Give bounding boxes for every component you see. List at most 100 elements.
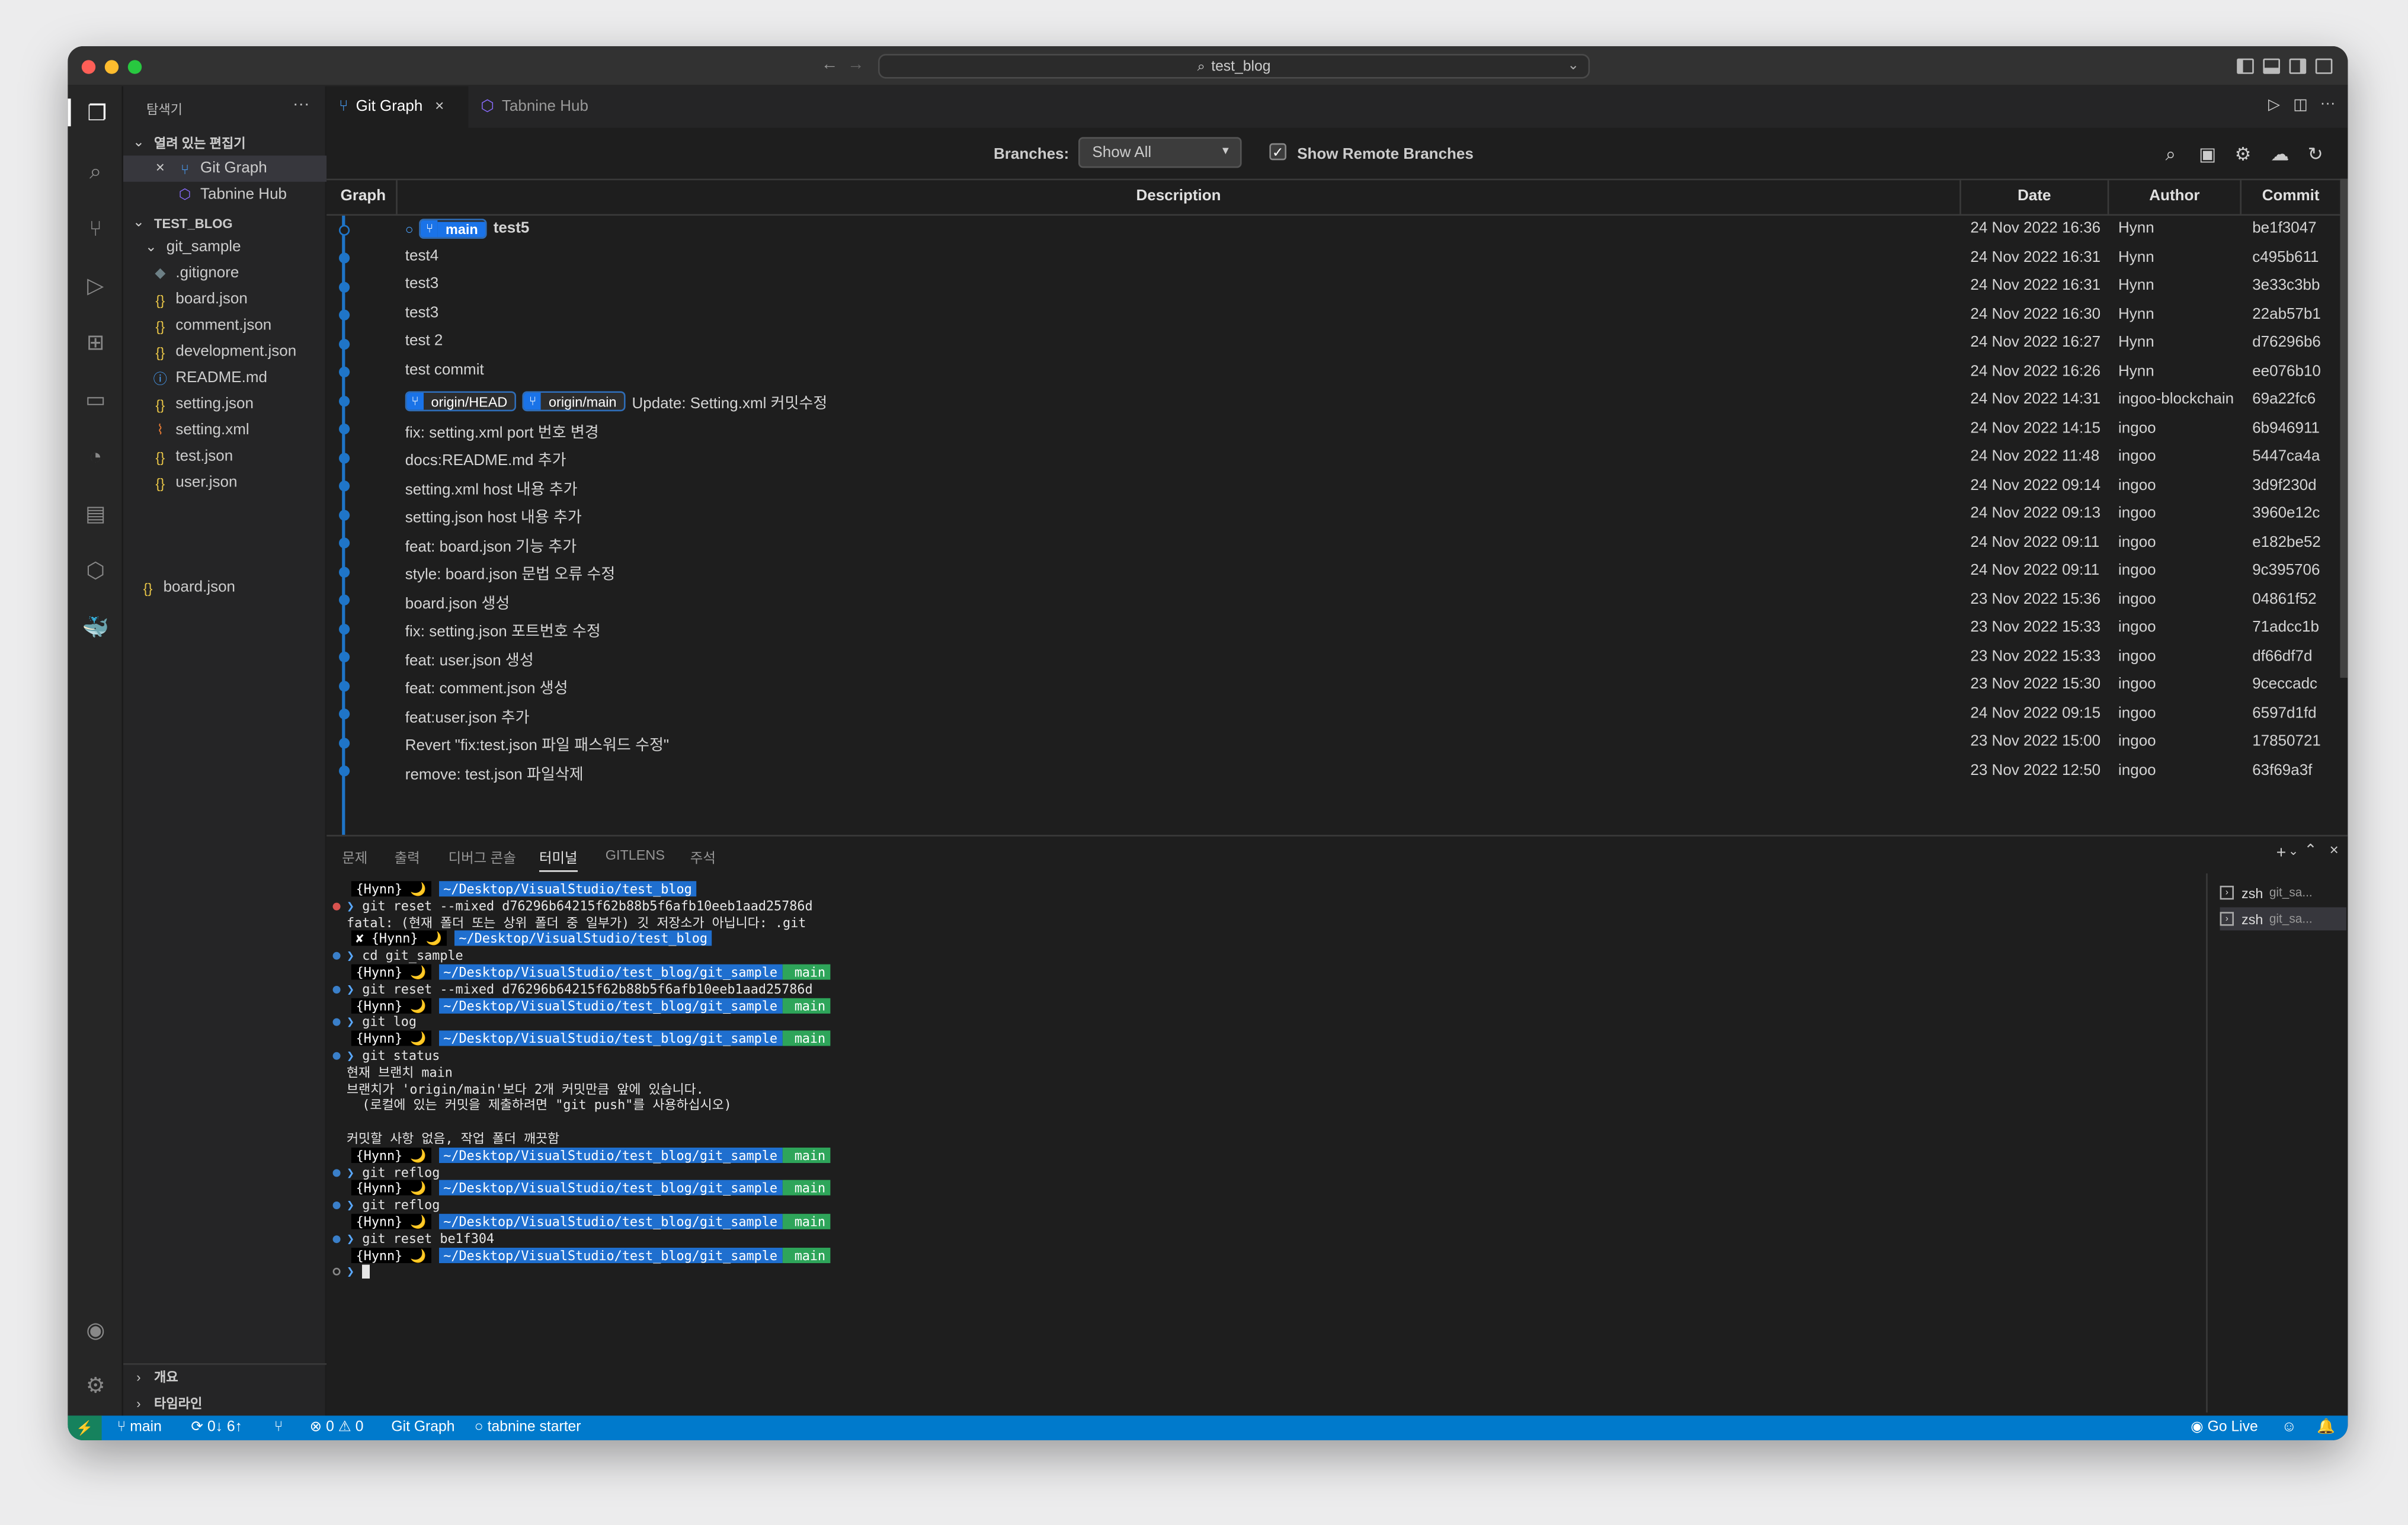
project-section[interactable]: ⌄ TEST_BLOG <box>123 210 326 236</box>
fetch-icon[interactable]: ☁ <box>2269 143 2291 165</box>
remote-explorer-icon[interactable]: ▭ <box>82 385 110 413</box>
open-editor-git-graph[interactable]: × ⑂ Git Graph <box>123 155 327 182</box>
more-actions-icon[interactable]: ··· <box>293 95 310 114</box>
run-debug-icon[interactable]: ▷ <box>82 271 110 299</box>
panel-tab[interactable]: 주석 <box>690 847 716 867</box>
refresh-icon[interactable]: ↻ <box>2305 143 2326 165</box>
split-editor-icon[interactable]: ◫ <box>2293 97 2308 114</box>
commit-row[interactable]: feat: user.json 생성 23 Nov 2022 15:33 ingoo… <box>326 643 2340 672</box>
tab-git-graph[interactable]: ⑂ Git Graph × <box>326 86 469 128</box>
commit-row[interactable]: feat:user.json 추가 24 Nov 2022 09:15 ingoo 6… <box>326 700 2340 729</box>
run-icon[interactable]: ▷ <box>2268 97 2280 114</box>
outline-section[interactable]: › 개요 <box>123 1363 327 1389</box>
commit-row[interactable]: style: board.json 문법 오류 수정 24 Nov 2022 09… <box>326 558 2340 586</box>
commit-row[interactable]: test3 24 Nov 2022 16:30 Hynn 22ab57b1 <box>326 301 2340 329</box>
more-actions-icon[interactable]: ··· <box>2320 95 2336 113</box>
maximize-panel-icon[interactable]: ⌃ <box>2304 842 2317 860</box>
command-decoration[interactable] <box>332 1168 341 1177</box>
source-control-icon[interactable]: ⑂ <box>82 214 110 242</box>
feedback-icon[interactable]: ☺ <box>2282 1419 2297 1436</box>
forward-arrow-icon[interactable]: → <box>847 56 864 74</box>
command-decoration[interactable] <box>332 1202 341 1210</box>
branch-badge[interactable]: ⑂ main <box>420 219 488 239</box>
file-item[interactable]: {} board.json <box>123 287 326 313</box>
docker-icon[interactable]: 🐳 <box>82 613 110 641</box>
open-editor-tabnine-hub[interactable]: ⬡ Tabnine Hub <box>123 182 326 208</box>
settings-gear-icon[interactable]: ⚙ <box>82 1371 110 1399</box>
notifications-bell-icon[interactable]: 🔔 <box>2317 1419 2335 1436</box>
panel-tab[interactable]: 출력 <box>395 847 420 867</box>
settings-gear-icon[interactable]: ⚙ <box>2232 143 2253 165</box>
file-item[interactable]: {} comment.json <box>123 313 326 339</box>
minimize-window-button[interactable] <box>104 60 119 74</box>
git-graph-icon[interactable]: ◔ <box>82 442 110 470</box>
file-item[interactable]: {} board.json <box>123 575 326 601</box>
sync-status[interactable]: ⟳ 0↓ 6↑ <box>191 1419 242 1436</box>
panel-tab[interactable]: 문제 <box>342 847 367 867</box>
new-terminal-icon[interactable]: + <box>2276 844 2287 863</box>
commit-row[interactable]: fix: setting.json 포트번호 수정 23 Nov 2022 15:… <box>326 614 2340 643</box>
show-remote-checkbox[interactable]: ✓ <box>1269 143 1286 161</box>
terminal-instance[interactable]: › zsh git_sa... <box>2220 881 2346 904</box>
panel-tab[interactable]: 디버그 콘솔 <box>449 847 516 867</box>
tabnine-icon[interactable]: ⬡ <box>82 556 110 584</box>
commit-row[interactable]: board.json 생성 23 Nov 2022 15:36 ingoo 04861… <box>326 586 2340 614</box>
toggle-sidebar-icon[interactable] <box>2237 58 2254 74</box>
toggle-secondary-sidebar-icon[interactable] <box>2289 58 2307 74</box>
zoom-window-button[interactable] <box>127 60 142 74</box>
commit-row[interactable]: test4 24 Nov 2022 16:31 Hynn c495b611 <box>326 244 2340 273</box>
extensions-icon[interactable]: ⊞ <box>82 328 110 356</box>
command-decoration[interactable] <box>332 1018 341 1027</box>
close-window-button[interactable] <box>81 60 96 74</box>
customize-layout-icon[interactable] <box>2315 58 2333 74</box>
commit-row[interactable]: setting.xml host 내용 추가 24 Nov 2022 09:14 i… <box>326 472 2340 501</box>
go-live-status[interactable]: ◉ Go Live <box>2191 1419 2258 1436</box>
commit-row[interactable]: feat: comment.json 생성 23 Nov 2022 15:30 in… <box>326 672 2340 700</box>
command-decoration[interactable] <box>332 1052 341 1060</box>
panel-tab[interactable]: GITLENS <box>606 847 665 863</box>
find-icon[interactable]: ⌕ <box>2160 143 2181 165</box>
project-manager-icon[interactable]: ▤ <box>82 499 110 527</box>
chevron-down-icon[interactable]: ⌄ <box>1567 57 1579 74</box>
search-icon[interactable]: ⌕ <box>82 157 110 185</box>
commit-row[interactable]: fix: setting.xml port 번호 변경 24 Nov 2022 1… <box>326 415 2340 444</box>
file-item[interactable]: {} test.json <box>123 444 326 470</box>
git-graph-status-icon[interactable]: ⑂ <box>274 1419 283 1436</box>
commit-row[interactable]: remove: test.json 파일삭제 23 Nov 2022 12:50 i… <box>326 757 2340 786</box>
open-editors-section[interactable]: ⌄ 열려 있는 편집기 <box>123 129 326 155</box>
explorer-icon[interactable]: ❐ <box>68 98 123 127</box>
folder-git-sample[interactable]: ⌄ git_sample <box>123 234 326 260</box>
commit-row[interactable]: ○ ⑂ main test5 24 Nov 2022 16:36 Hynn be1f3047 <box>326 216 2340 244</box>
commit-row[interactable]: docs:README.md 추가 24 Nov 2022 11:48 ingoo 5… <box>326 444 2340 472</box>
remote-indicator-icon[interactable]: ⚡ <box>68 1415 102 1440</box>
file-item[interactable]: {} development.json <box>123 339 326 365</box>
branch-status[interactable]: ⑂ main <box>117 1419 162 1436</box>
terminal-instance[interactable]: › zsh git_sa... <box>2220 907 2346 931</box>
git-graph-status[interactable]: Git Graph <box>391 1419 454 1436</box>
problems-status[interactable]: ⊗ 0 ⚠ 0 <box>310 1419 364 1436</box>
tabnine-status[interactable]: ○ tabnine starter <box>475 1419 581 1436</box>
branch-badge[interactable]: ⑂ origin/HEAD <box>405 391 517 412</box>
account-icon[interactable]: ◉ <box>82 1315 110 1343</box>
tab-tabnine-hub[interactable]: ⬡ Tabnine Hub <box>468 86 610 128</box>
toggle-panel-icon[interactable] <box>2263 58 2280 74</box>
command-decoration[interactable] <box>332 952 341 960</box>
branches-select[interactable]: Show All ▼ <box>1078 137 1242 168</box>
branch-badge[interactable]: ⑂ origin/main <box>523 391 626 412</box>
commit-row[interactable]: Revert "fix:test.json 파일 패스워드 수정" 23 Nov … <box>326 729 2340 757</box>
commit-row[interactable]: test commit 24 Nov 2022 16:26 Hynn ee076b10 <box>326 358 2340 387</box>
commit-row[interactable]: test3 24 Nov 2022 16:31 Hynn 3e33c3bb <box>326 273 2340 301</box>
file-item[interactable]: {} setting.json <box>123 391 326 417</box>
close-tab-icon[interactable]: × <box>435 98 444 116</box>
panel-tab[interactable]: 터미널 <box>539 847 578 872</box>
terminal-icon[interactable]: ▣ <box>2197 143 2218 165</box>
command-decoration[interactable] <box>332 902 341 911</box>
command-decoration[interactable] <box>332 1268 341 1276</box>
commit-row[interactable]: setting.json host 내용 추가 24 Nov 2022 09:13… <box>326 501 2340 529</box>
close-panel-icon[interactable]: × <box>2330 842 2339 860</box>
file-item[interactable]: ◆ .gitignore <box>123 260 326 286</box>
command-decoration[interactable] <box>332 1235 341 1243</box>
close-icon[interactable]: × <box>151 160 169 177</box>
file-item[interactable]: ⓘ README.md <box>123 365 326 391</box>
commit-row[interactable]: ⑂ origin/HEAD ⑂ origin/main Update: Setting.… <box>326 387 2340 415</box>
